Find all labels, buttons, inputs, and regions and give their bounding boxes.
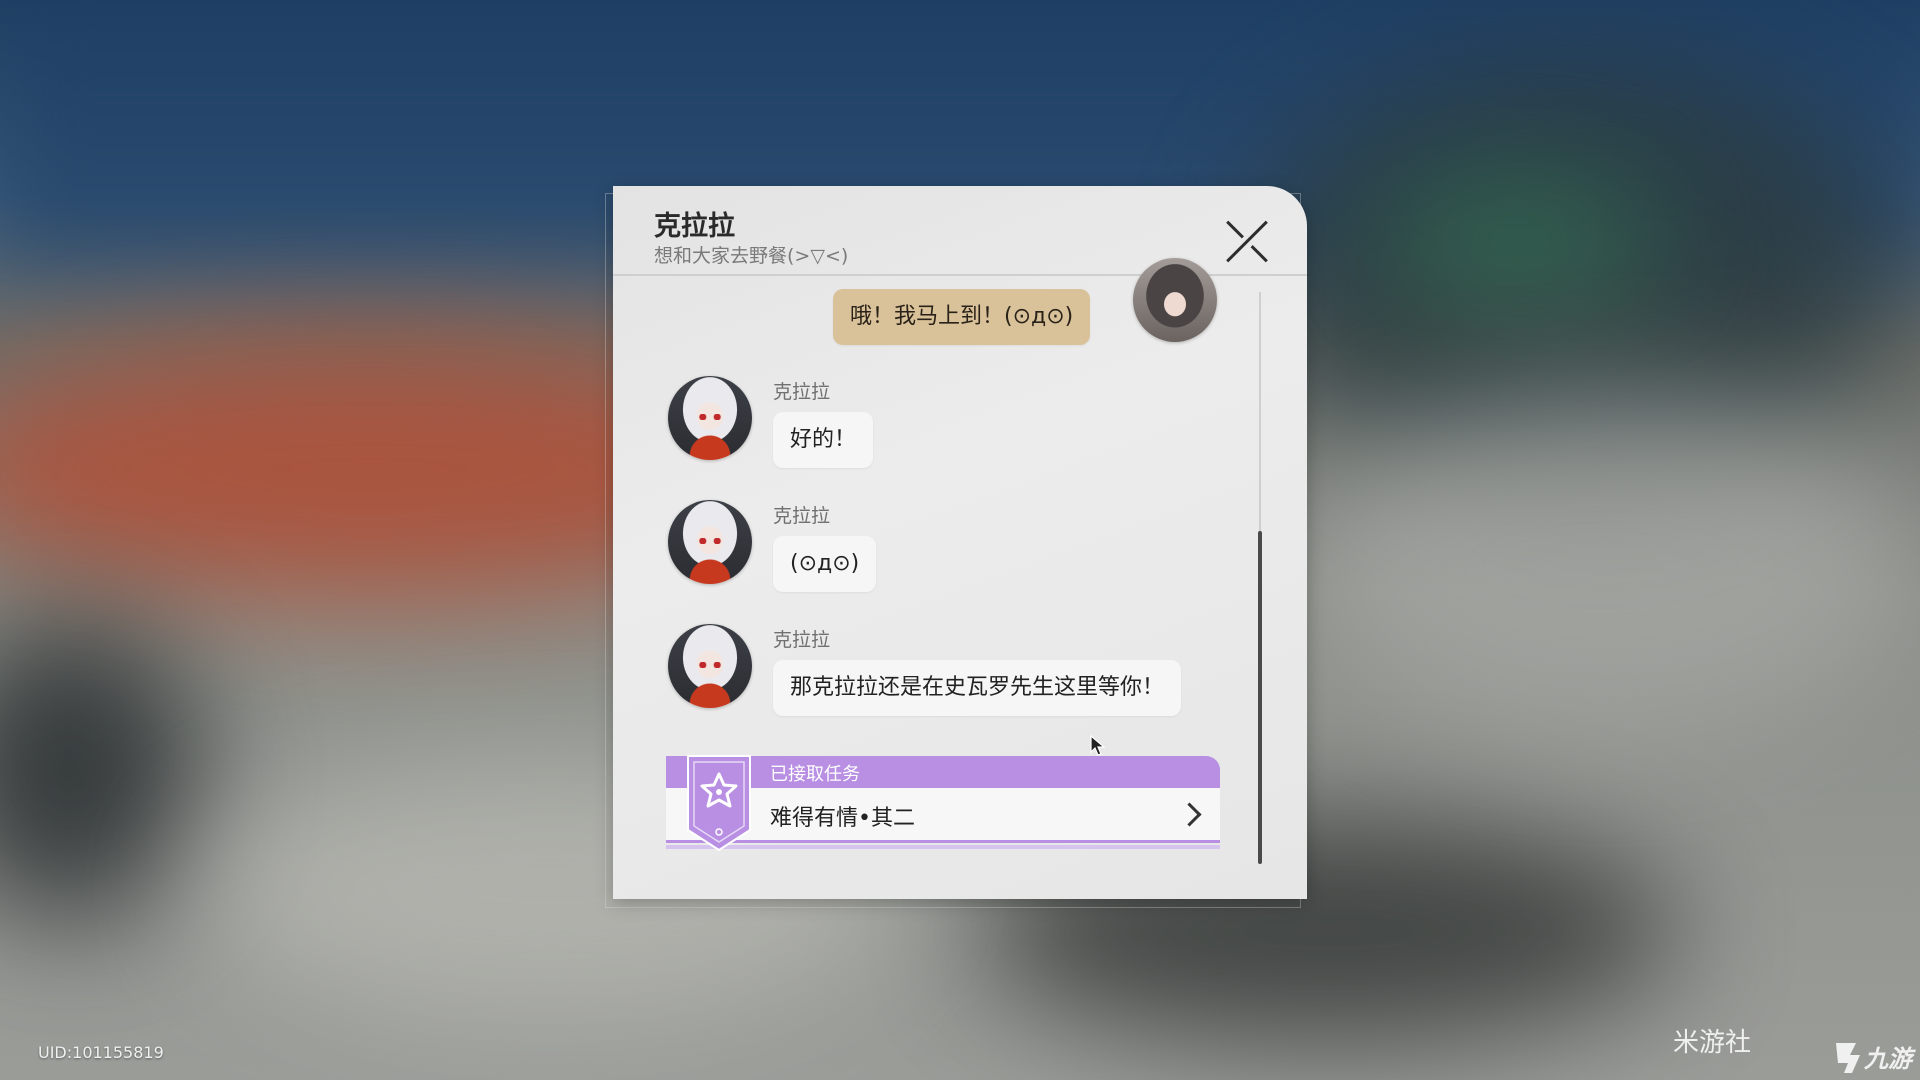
watermark-logo: 九游 [1836,1043,1916,1073]
scrollbar-thumb[interactable] [1258,531,1262,864]
player-avatar [1133,258,1217,342]
player-message-bubble: 哦！我马上到！(⊙д⊙) [833,289,1091,345]
close-icon [1239,234,1255,250]
chat-dialog: 克拉拉 想和大家去野餐(>▽<) 哦！我马上到！(⊙д⊙) 克拉拉 好的！ 克拉… [613,186,1307,899]
quest-card[interactable]: 已接取任务 难得有情•其二 [666,755,1220,852]
dialog-header: 克拉拉 想和大家去野餐(>▽<) [613,186,1307,276]
npc-message-bubble: 好的！ [773,412,874,468]
clara-avatar [668,500,752,584]
sender-name: 克拉拉 [773,381,831,403]
clara-avatar [668,376,752,460]
sender-name: 克拉拉 [773,629,831,651]
mouse-cursor-icon [1090,735,1106,756]
npc-message-bubble: (⊙д⊙) [773,536,877,592]
quest-title: 难得有情•其二 [770,806,915,831]
quest-star-badge-icon [687,755,751,852]
svg-text:九游: 九游 [1863,1045,1916,1073]
close-button[interactable] [1225,220,1269,264]
sender-name: 克拉拉 [773,505,831,527]
quest-status-label: 已接取任务 [770,764,860,785]
contact-name: 克拉拉 [654,211,735,242]
player-uid: UID:101155819 [38,1043,164,1062]
clara-avatar [668,624,752,708]
watermark-text: 米游社 [1673,1028,1752,1058]
contact-status: 想和大家去野餐(>▽<) [654,245,849,267]
npc-message-bubble: 那克拉拉还是在史瓦罗先生这里等你！ [773,660,1182,716]
